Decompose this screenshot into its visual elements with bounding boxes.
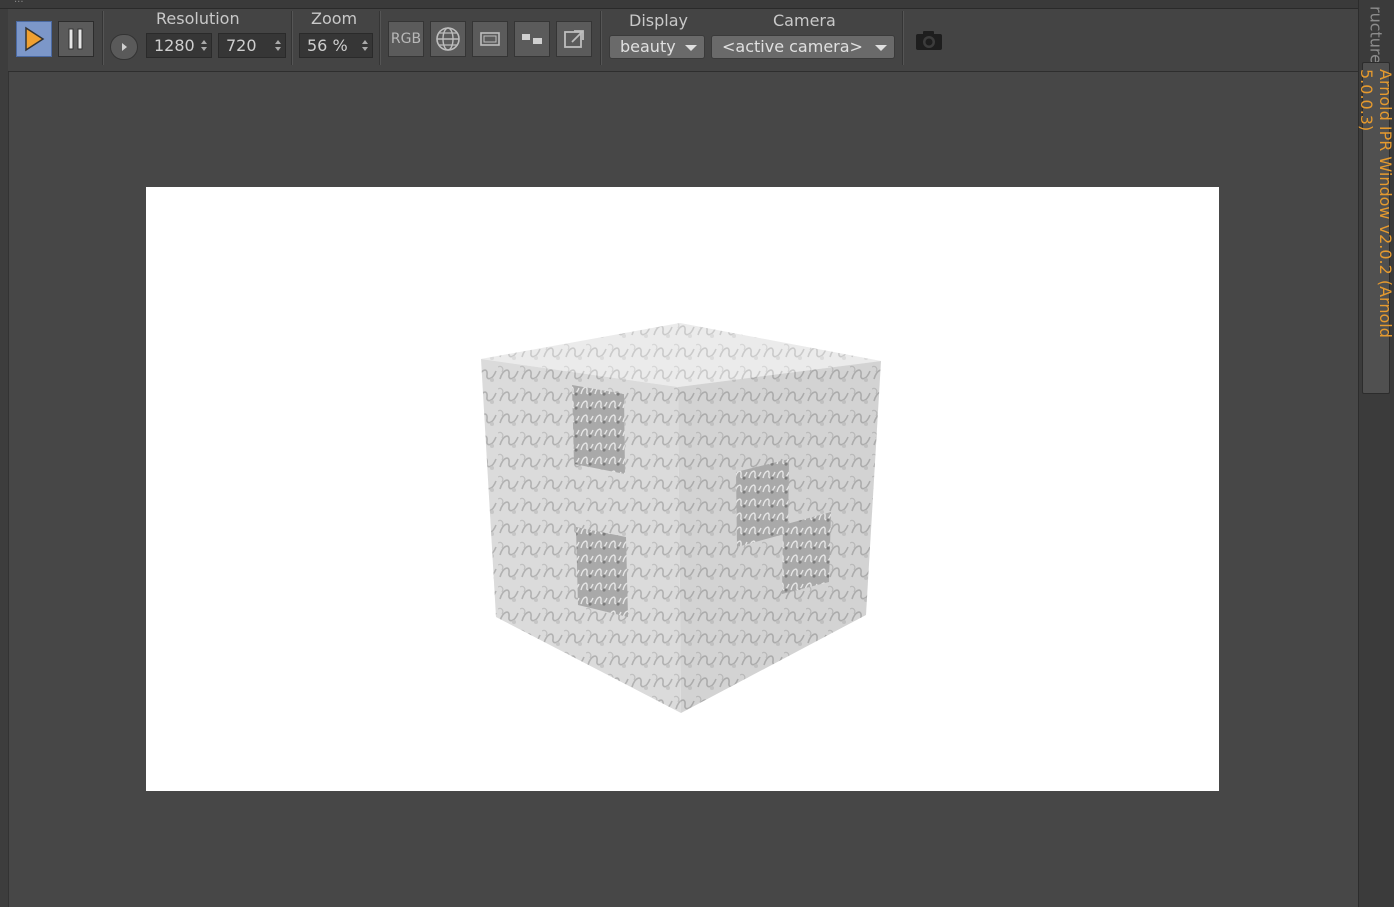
chevron-down-icon: [875, 45, 887, 51]
small-play-icon: [122, 43, 127, 51]
tab-arnold-ipr-label: Arnold IPR Window v2.0.2 (Arnold 5.0.0.3…: [1357, 69, 1394, 338]
globe-icon: [436, 27, 460, 51]
tab-structure[interactable]: ructure: [1362, 0, 1390, 64]
zoom-value: 56 %: [307, 36, 348, 55]
world-view-button[interactable]: [430, 21, 466, 57]
separator: [902, 11, 904, 65]
resolution-width-input[interactable]: 1280: [146, 33, 212, 58]
tab-structure-label: ructure: [1366, 6, 1386, 64]
resolution-width-value: 1280: [154, 36, 195, 55]
chevron-down-icon: [685, 45, 697, 51]
display-label: Display: [629, 11, 688, 30]
ipr-toolbar: Resolution 1280 720 Zoom 56 % RGB Displa…: [8, 9, 1358, 72]
camera-icon: [916, 31, 942, 50]
spinner-arrows-icon[interactable]: [275, 38, 281, 53]
render-viewport[interactable]: [146, 187, 1219, 791]
separator: [291, 11, 293, 65]
pause-render-button[interactable]: [58, 21, 94, 57]
display-value: beauty: [620, 37, 676, 56]
camera-value: <active camera>: [722, 37, 863, 56]
resolution-label: Resolution: [156, 9, 240, 28]
export-button[interactable]: [556, 21, 592, 57]
spinner-arrows-icon[interactable]: [201, 38, 207, 53]
tab-arnold-ipr-window[interactable]: Arnold IPR Window v2.0.2 (Arnold 5.0.0.3…: [1357, 62, 1394, 394]
title-strip: ...: [0, 0, 1360, 9]
separator: [102, 11, 104, 65]
resolution-height-input[interactable]: 720: [218, 33, 286, 58]
resolution-height-value: 720: [226, 36, 257, 55]
render-region-button[interactable]: [110, 34, 138, 60]
single-frame-icon: [480, 32, 500, 46]
start-render-button[interactable]: [16, 21, 52, 57]
menu-dots[interactable]: ...: [14, 0, 24, 5]
display-dropdown[interactable]: beauty: [609, 35, 705, 59]
zoom-input[interactable]: 56 %: [299, 33, 373, 58]
single-view-button[interactable]: [472, 21, 508, 57]
pause-icon: [68, 28, 83, 50]
external-link-icon: [564, 30, 584, 48]
snapshot-button[interactable]: [912, 25, 946, 55]
compare-view-button[interactable]: [514, 21, 550, 57]
separator: [379, 11, 381, 65]
play-icon: [25, 26, 45, 52]
split-view-icon: [522, 34, 542, 44]
camera-label: Camera: [773, 11, 836, 30]
left-edge: [0, 9, 9, 907]
rgb-channel-button[interactable]: RGB: [388, 21, 424, 57]
camera-dropdown[interactable]: <active camera>: [711, 35, 895, 59]
separator: [600, 11, 602, 65]
rgb-label: RGB: [390, 31, 422, 47]
spinner-arrows-icon[interactable]: [362, 38, 368, 53]
zoom-label: Zoom: [311, 9, 358, 28]
rendered-cube-image: [481, 323, 881, 713]
